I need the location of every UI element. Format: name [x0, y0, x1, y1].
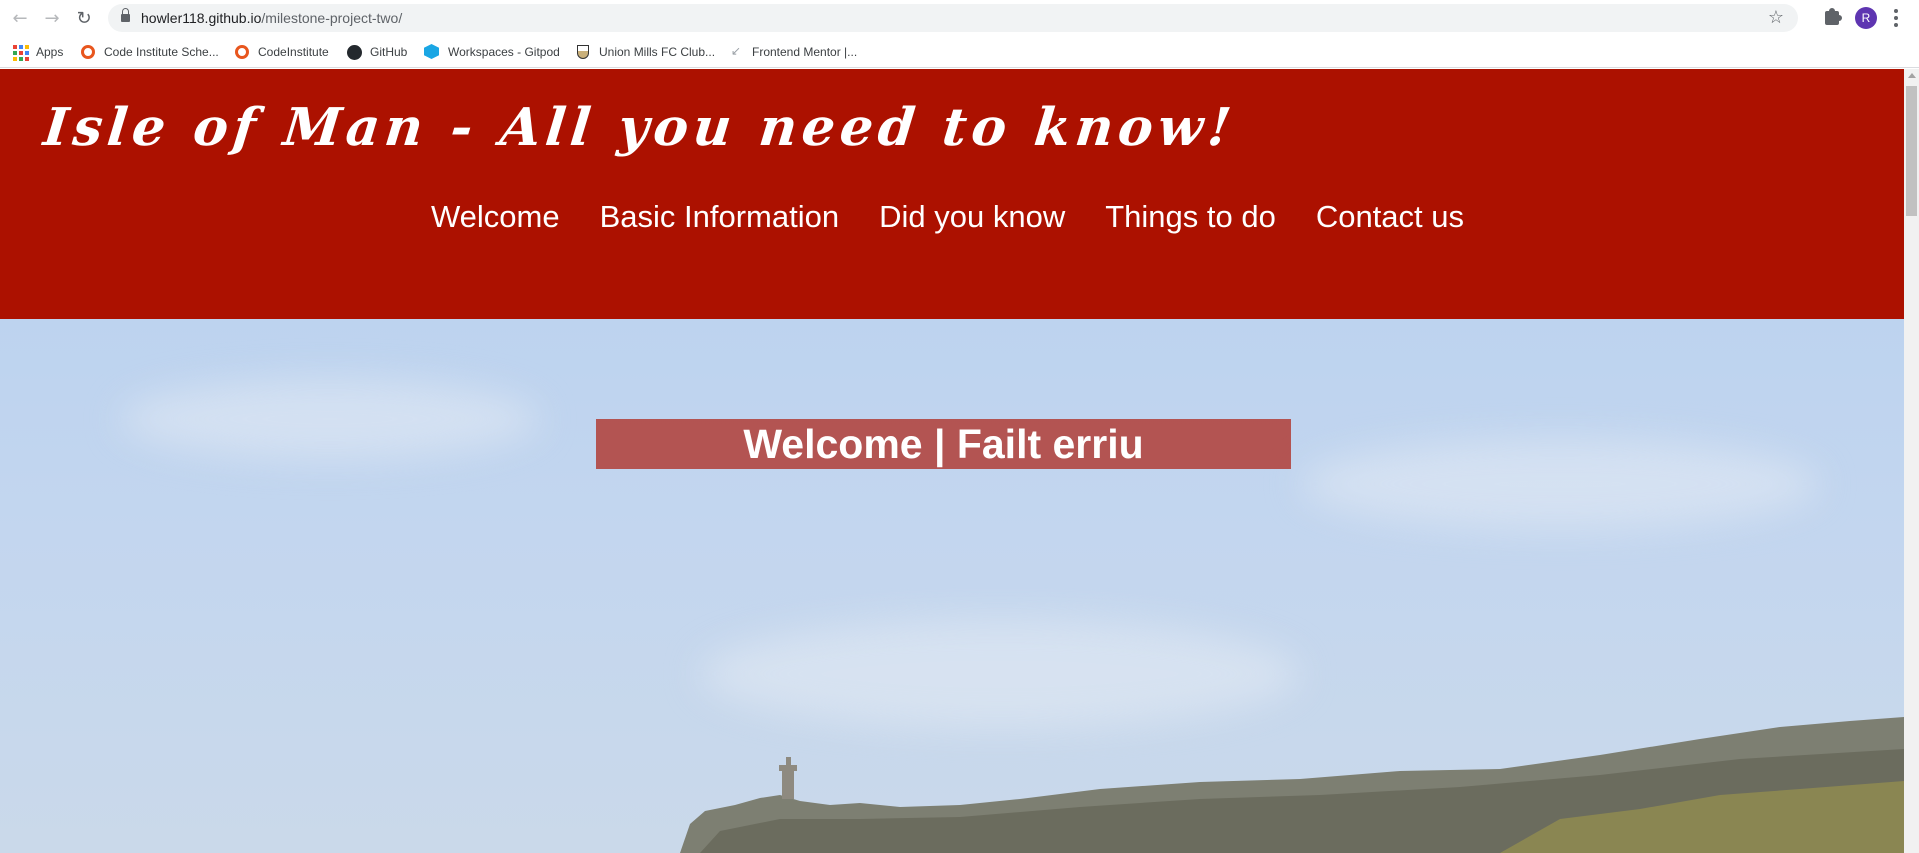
code-institute-icon	[235, 45, 249, 59]
hero-heading: Welcome | Failt erriu	[743, 420, 1144, 467]
bookmark-star-icon[interactable]: ☆	[1768, 7, 1784, 28]
bookmark-label: Frontend Mentor |...	[752, 45, 858, 59]
hero-landscape-image	[680, 717, 1904, 853]
bookmark-label: Union Mills FC Club...	[599, 45, 716, 59]
reload-icon[interactable]: ↻	[70, 5, 98, 31]
nav-link-things-to-do[interactable]: Things to do	[1105, 199, 1276, 235]
gitpod-icon	[424, 44, 439, 59]
bookmark-apps[interactable]: Apps	[12, 42, 63, 62]
browser-toolbar: ← → ↻ howler118.github.io/milestone-proj…	[0, 0, 1919, 36]
page-scrollbar[interactable]	[1904, 69, 1919, 853]
scroll-up-icon[interactable]	[1908, 73, 1916, 78]
profile-avatar[interactable]: R	[1855, 7, 1877, 29]
main-nav: Welcome Basic Information Did you know T…	[0, 199, 1904, 235]
bookmark-label: Code Institute Sche...	[104, 45, 219, 59]
scroll-thumb[interactable]	[1906, 86, 1917, 216]
nav-link-did-you-know[interactable]: Did you know	[879, 199, 1065, 235]
url-host: howler118.github.io	[141, 10, 262, 26]
bookmark-label: Apps	[36, 45, 64, 59]
github-icon	[346, 44, 362, 60]
page-viewport: Isle of Man - All you need to know! Welc…	[0, 69, 1904, 853]
code-institute-icon	[81, 45, 95, 59]
nav-link-welcome[interactable]: Welcome	[431, 199, 560, 235]
puzzle-icon	[1825, 8, 1842, 25]
bookmark-label: GitHub	[370, 45, 408, 59]
frontend-mentor-icon: ↙	[730, 44, 742, 58]
club-crest-icon	[577, 45, 589, 59]
extensions-button[interactable]	[1820, 6, 1844, 30]
url-text[interactable]: howler118.github.io/milestone-project-tw…	[141, 10, 402, 26]
address-bar[interactable]: howler118.github.io/milestone-project-tw…	[108, 4, 1798, 32]
nav-link-basic-information[interactable]: Basic Information	[600, 199, 840, 235]
site-header: Isle of Man - All you need to know! Welc…	[0, 69, 1904, 319]
lock-icon[interactable]	[121, 8, 130, 23]
bookmark-gitpod[interactable]: Workspaces - Gitpod	[424, 42, 560, 62]
apps-grid-icon	[12, 44, 29, 61]
nav-link-contact-us[interactable]: Contact us	[1316, 199, 1464, 235]
bookmark-code-institute-schedule[interactable]: Code Institute Sche...	[80, 42, 219, 62]
tower-icon	[779, 757, 797, 799]
bookmark-github[interactable]: GitHub	[346, 42, 407, 62]
back-icon[interactable]: ←	[6, 5, 34, 31]
browser-menu-button[interactable]	[1888, 6, 1904, 30]
url-path: /milestone-project-two/	[261, 10, 403, 26]
bookmark-label: Workspaces - Gitpod	[448, 45, 560, 59]
forward-icon[interactable]: →	[38, 5, 66, 31]
bookmark-label: CodeInstitute	[258, 45, 329, 59]
bookmarks-bar: Apps Code Institute Sche... CodeInstitut…	[0, 36, 1919, 68]
hero-heading-banner: Welcome | Failt erriu	[596, 419, 1291, 469]
hero-section: Welcome | Failt erriu	[0, 319, 1904, 853]
bookmark-union-mills[interactable]: Union Mills FC Club...	[575, 42, 715, 62]
bookmark-frontend-mentor[interactable]: ↙ Frontend Mentor |...	[728, 42, 857, 62]
bookmark-codeinstitute[interactable]: CodeInstitute	[234, 42, 329, 62]
site-title: Isle of Man - All you need to know!	[40, 97, 1239, 158]
